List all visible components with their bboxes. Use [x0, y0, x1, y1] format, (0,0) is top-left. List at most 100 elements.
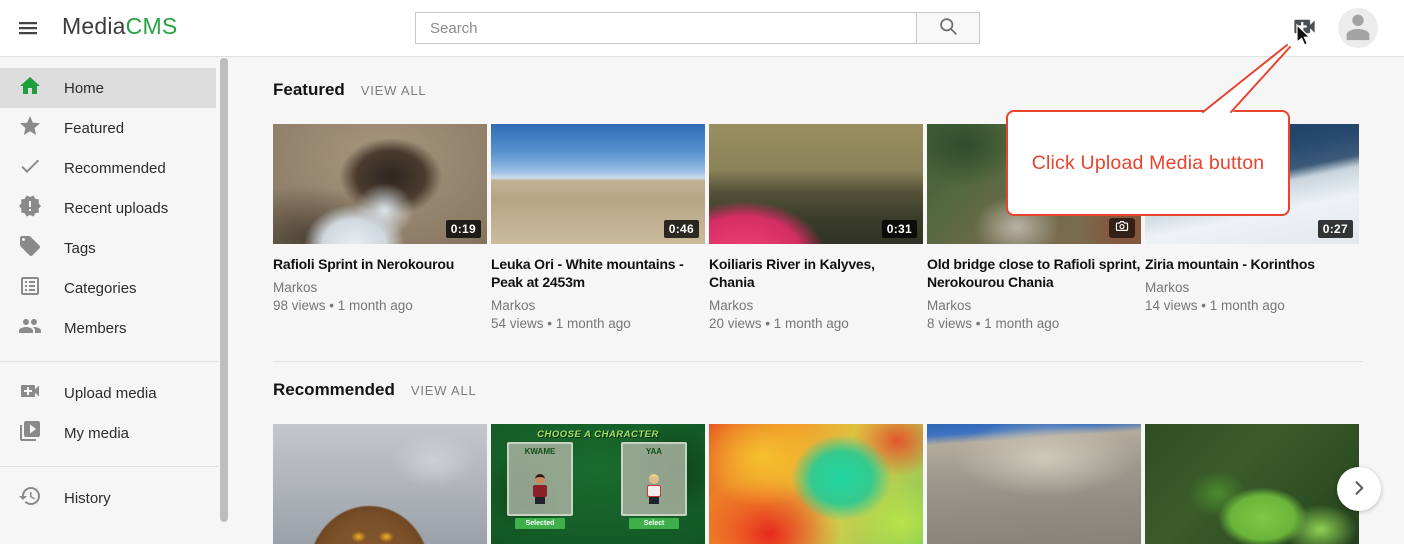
sidebar-divider — [0, 466, 218, 467]
video-card[interactable] — [927, 424, 1141, 544]
thumbnail-text: CHOOSE A CHARACTER — [491, 429, 705, 440]
video-card[interactable]: CHOOSE A CHARACTER KWAME YAA Selected Se… — [491, 424, 705, 544]
tutorial-callout: Click Upload Media button — [1006, 110, 1290, 216]
video-meta: 14 views • 1 month ago — [1145, 297, 1359, 315]
video-thumbnail[interactable]: 0:19 — [273, 124, 487, 244]
header: MediaCMS — [0, 0, 1404, 57]
video-thumbnail[interactable]: 0:31 — [709, 124, 923, 244]
person-icon — [1340, 9, 1376, 48]
logo[interactable]: MediaCMS — [62, 13, 177, 40]
sidebar-divider — [0, 361, 218, 362]
callout-text: Click Upload Media button — [1032, 152, 1265, 175]
video-card[interactable] — [709, 424, 923, 544]
upload-media-button[interactable] — [1288, 13, 1320, 43]
sidebar-item-home[interactable]: Home — [0, 68, 216, 108]
view-all-link[interactable]: VIEW ALL — [411, 383, 477, 398]
video-meta: 98 views • 1 month ago — [273, 297, 487, 315]
search-bar — [415, 12, 980, 44]
video-thumbnail[interactable] — [927, 424, 1141, 544]
sidebar-item-label: My media — [64, 425, 129, 442]
video-title[interactable]: Leuka Ori - White mountains - Peak at 24… — [491, 255, 705, 291]
chevron-right-icon — [1349, 478, 1369, 501]
view-all-link[interactable]: VIEW ALL — [361, 83, 427, 98]
section-title: Featured — [273, 80, 345, 100]
video-thumbnail[interactable]: CHOOSE A CHARACTER KWAME YAA Selected Se… — [491, 424, 705, 544]
video-title[interactable]: Ziria mountain - Korinthos — [1145, 255, 1359, 273]
sidebar-item-upload-media[interactable]: Upload media — [0, 373, 216, 413]
sidebar-item-members[interactable]: Members — [0, 308, 216, 348]
video-author[interactable]: Markos — [1145, 279, 1359, 297]
sidebar-item-history[interactable]: History — [0, 478, 216, 518]
duration-badge: 0:46 — [664, 220, 699, 238]
character-panel: KWAME — [507, 442, 573, 516]
search-input[interactable] — [415, 12, 916, 44]
sidebar-item-label: Tags — [64, 240, 96, 257]
sidebar-item-recent-uploads[interactable]: Recent uploads — [0, 188, 216, 228]
video-meta: 54 views • 1 month ago — [491, 315, 705, 333]
recommended-row: CHOOSE A CHARACTER KWAME YAA Selected Se… — [273, 424, 1359, 544]
sidebar-item-label: Recommended — [64, 160, 166, 177]
video-thumbnail[interactable]: 0:46 — [491, 124, 705, 244]
sidebar-scrollbar[interactable] — [220, 58, 228, 522]
members-icon — [18, 314, 42, 343]
search-icon — [938, 16, 959, 40]
sidebar-item-recommended[interactable]: Recommended — [0, 148, 216, 188]
avatar[interactable] — [1338, 8, 1378, 48]
video-card[interactable] — [273, 424, 487, 544]
upload-media-icon — [1291, 13, 1318, 43]
logo-text-cms: CMS — [126, 13, 178, 39]
video-card[interactable]: 0:46 Leuka Ori - White mountains - Peak … — [491, 124, 705, 333]
sidebar-item-tags[interactable]: Tags — [0, 228, 216, 268]
video-title[interactable]: Rafioli Sprint in Nerokourou — [273, 255, 487, 273]
menu-icon[interactable] — [14, 16, 42, 40]
logo-text-media: Media — [62, 13, 126, 39]
sidebar-item-label: Home — [64, 80, 104, 97]
thumbnail-text: Select — [629, 518, 679, 529]
duration-badge: 0:27 — [1318, 220, 1353, 238]
video-author[interactable]: Markos — [709, 297, 923, 315]
check-icon — [18, 154, 42, 183]
thumbnail-text: Selected — [515, 518, 565, 529]
video-card[interactable]: 0:19 Rafioli Sprint in Nerokourou Markos… — [273, 124, 487, 333]
video-thumbnail[interactable] — [1145, 424, 1359, 544]
video-meta: 20 views • 1 month ago — [709, 315, 923, 333]
duration-badge: 0:31 — [882, 220, 917, 238]
video-card[interactable] — [1145, 424, 1359, 544]
tag-icon — [18, 234, 42, 263]
new-releases-icon — [18, 194, 42, 223]
upload-media-icon — [18, 379, 42, 408]
character-sprite — [646, 474, 662, 504]
video-title[interactable]: Koiliaris River in Kalyves, Chania — [709, 255, 923, 291]
video-library-icon — [18, 419, 42, 448]
star-icon — [18, 114, 42, 143]
video-card[interactable]: 0:31 Koiliaris River in Kalyves, Chania … — [709, 124, 923, 333]
mediacms-app: { "header": { "logo_media": "Media", "lo… — [0, 0, 1404, 522]
sidebar: Home Featured Recommended Recent uploads… — [0, 56, 218, 522]
sidebar-item-label: Recent uploads — [64, 200, 168, 217]
thumbnail-text: YAA — [623, 447, 685, 456]
search-button[interactable] — [916, 12, 980, 44]
sidebar-item-my-media[interactable]: My media — [0, 413, 216, 453]
video-thumbnail[interactable] — [709, 424, 923, 544]
camera-icon — [1115, 219, 1129, 238]
section-title: Recommended — [273, 380, 395, 400]
recommended-section-header: Recommended VIEW ALL — [273, 380, 477, 400]
history-icon — [18, 484, 42, 513]
video-author[interactable]: Markos — [273, 279, 487, 297]
sidebar-item-label: History — [64, 490, 111, 507]
sidebar-item-label: Featured — [64, 120, 124, 137]
video-title[interactable]: Old bridge close to Rafioli sprint, Nero… — [927, 255, 1141, 291]
character-sprite — [532, 474, 548, 504]
categories-icon — [18, 274, 42, 303]
video-thumbnail[interactable] — [273, 424, 487, 544]
sidebar-item-label: Upload media — [64, 385, 157, 402]
video-author[interactable]: Markos — [491, 297, 705, 315]
video-author[interactable]: Markos — [927, 297, 1141, 315]
duration-badge: 0:19 — [446, 220, 481, 238]
home-icon — [18, 74, 42, 103]
carousel-next-button[interactable] — [1337, 467, 1381, 511]
sidebar-item-categories[interactable]: Categories — [0, 268, 216, 308]
character-panel: YAA — [621, 442, 687, 516]
video-meta: 8 views • 1 month ago — [927, 315, 1141, 333]
sidebar-item-featured[interactable]: Featured — [0, 108, 216, 148]
